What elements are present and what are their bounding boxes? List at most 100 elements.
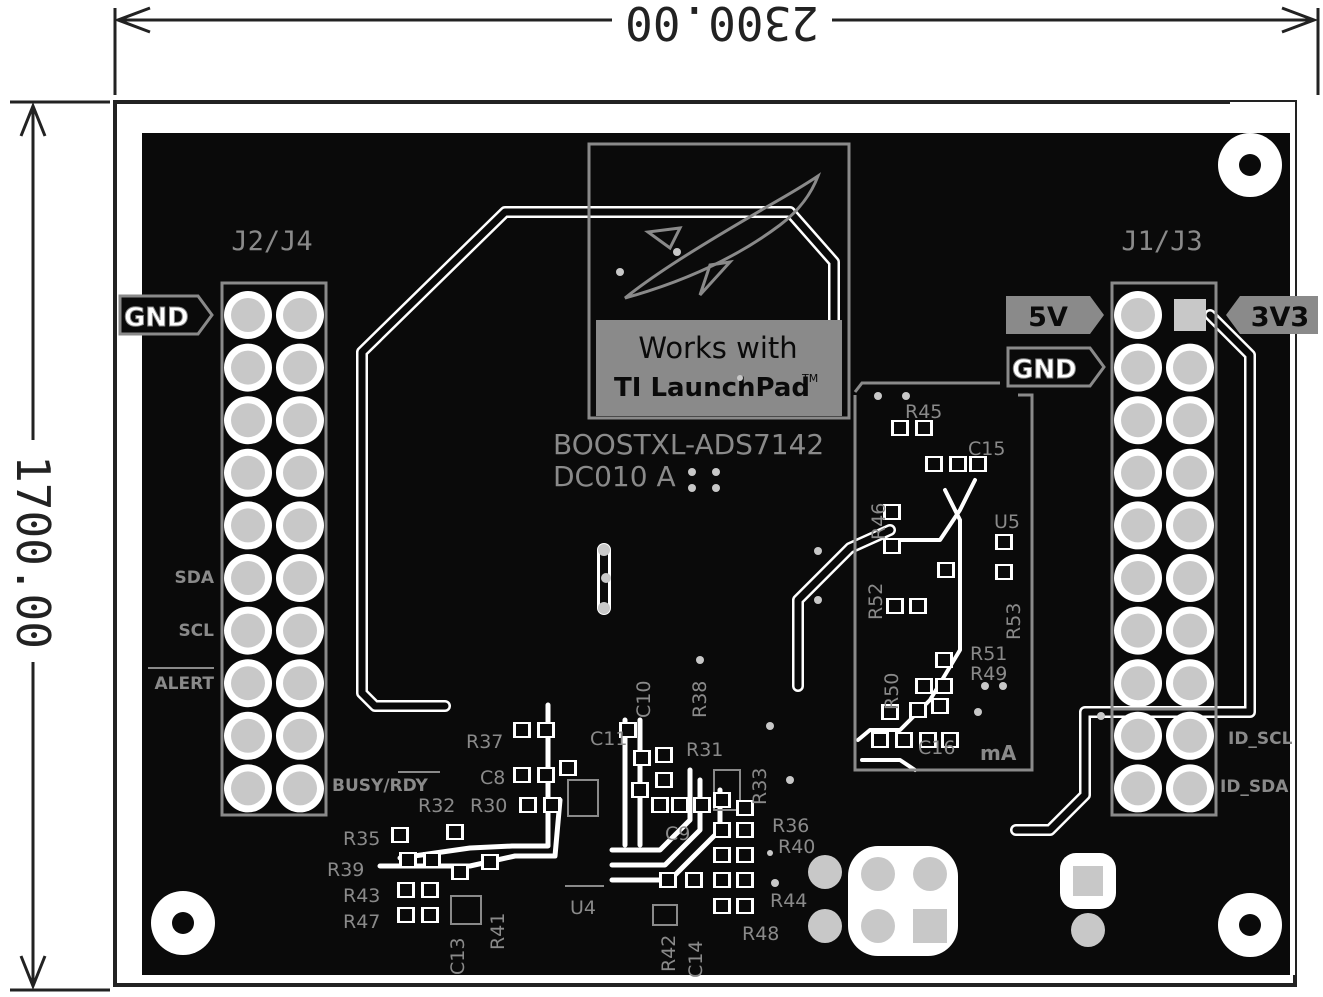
smd-pad [938, 654, 950, 666]
power-pad [861, 857, 895, 891]
alert-label: ALERT [154, 674, 214, 694]
test-pad-square [1073, 866, 1103, 896]
smd-pad [912, 600, 924, 612]
smd-pad [424, 884, 436, 896]
smd-pad [394, 829, 406, 841]
header-pin [283, 666, 317, 701]
header-pin [283, 771, 317, 806]
designator-u5: U5 [994, 511, 1020, 533]
power-pad [913, 857, 947, 891]
corner-cutout [1230, 102, 1295, 133]
smd-pad [886, 540, 898, 552]
header-pin [231, 666, 265, 701]
smd-pad [952, 458, 964, 470]
smd-pad [716, 900, 728, 912]
designator-c8: C8 [480, 767, 505, 789]
smd-pad [918, 422, 930, 434]
header-pin [1121, 718, 1155, 753]
id-sda-label: ID_SDA [1220, 777, 1289, 797]
header-pin [283, 508, 317, 543]
smd-pad [874, 734, 886, 746]
designator-r38: R38 [689, 681, 711, 718]
3v3-tag: 3V3 [1226, 296, 1318, 334]
smd-pad [516, 724, 528, 736]
designator-r45: R45 [905, 401, 942, 423]
designator-r37: R37 [466, 731, 503, 753]
header-pin [231, 561, 265, 595]
designator-c14: C14 [685, 941, 707, 978]
smd-pad [540, 724, 552, 736]
header-pin [283, 613, 317, 648]
board-revision: DC010 A [553, 460, 676, 493]
smd-pad [940, 564, 952, 576]
header-pin [1173, 403, 1207, 438]
designator-r49: R49 [970, 663, 1007, 685]
corner-cutout [1290, 102, 1295, 975]
header-pin [1121, 561, 1155, 595]
designator-r44: R44 [770, 890, 807, 912]
designator-r50: R50 [881, 673, 903, 710]
smd-pad [716, 794, 728, 806]
header-pin [231, 508, 265, 543]
sda-label: SDA [174, 568, 214, 588]
header-pin [1121, 666, 1155, 701]
header-pin [1121, 613, 1155, 648]
designator-r43: R43 [343, 885, 380, 907]
gnd-right-label: GND [1012, 355, 1077, 385]
header-pin [1121, 508, 1155, 543]
header-pin [1173, 613, 1207, 648]
pcb-svg: 2300.00 1700.00 Works with TI LaunchPad … [6, 0, 1320, 992]
smd-pad [894, 422, 906, 434]
header-pin [283, 403, 317, 438]
designator-u4: U4 [570, 897, 596, 919]
5v-label: 5V [1028, 302, 1068, 333]
smd-pad [674, 799, 686, 811]
designator-r41: R41 [487, 913, 509, 950]
header-pin [1121, 298, 1155, 332]
5v-tag: 5V [1006, 296, 1104, 334]
designator-r47: R47 [343, 911, 380, 933]
smd-pad [516, 769, 528, 781]
header-pin-square [1174, 299, 1206, 331]
designator-r30: R30 [470, 795, 507, 817]
smd-pad [402, 854, 414, 866]
height-dimension: 1700.00 [6, 455, 60, 649]
smd-pad [484, 856, 496, 868]
header-pin [231, 455, 265, 490]
header-pin [1121, 403, 1155, 438]
smd-pad [426, 854, 438, 866]
scl-label: SCL [178, 621, 214, 641]
header-pin [231, 350, 265, 385]
power-pad [861, 909, 895, 943]
designator-c13: C13 [447, 938, 469, 975]
header-pin [283, 298, 317, 332]
smd-pad [998, 566, 1010, 578]
ma-label: mA [980, 741, 1017, 765]
smd-pad [998, 536, 1010, 548]
logo-line-1: Works with [638, 331, 797, 365]
header-pin [231, 403, 265, 438]
3v3-label: 3V3 [1251, 302, 1309, 333]
designator-r48: R48 [742, 923, 779, 945]
smd-pad [634, 784, 646, 796]
header-pin [231, 718, 265, 753]
header-pin [1121, 771, 1155, 806]
smd-pad [658, 774, 670, 786]
smd-pad [658, 749, 670, 761]
header-pin [1173, 455, 1207, 490]
gnd-left-tag: GND [118, 294, 214, 336]
header-pin [283, 455, 317, 490]
designator-c16: C16 [918, 737, 955, 759]
header-pin [1173, 561, 1207, 595]
width-dimension: 2300.00 [625, 0, 819, 50]
test-pad [808, 909, 842, 943]
smd-pad [889, 600, 901, 612]
smd-pad [696, 799, 708, 811]
busy-rdy-label: BUSY/RDY [332, 776, 428, 796]
test-pad [808, 855, 842, 889]
smd-pad [636, 752, 648, 764]
board-name: BOOSTXL-ADS7142 [553, 428, 824, 461]
header-pin [1121, 350, 1155, 385]
gnd-left-label: GND [124, 303, 189, 333]
header-pin [283, 718, 317, 753]
